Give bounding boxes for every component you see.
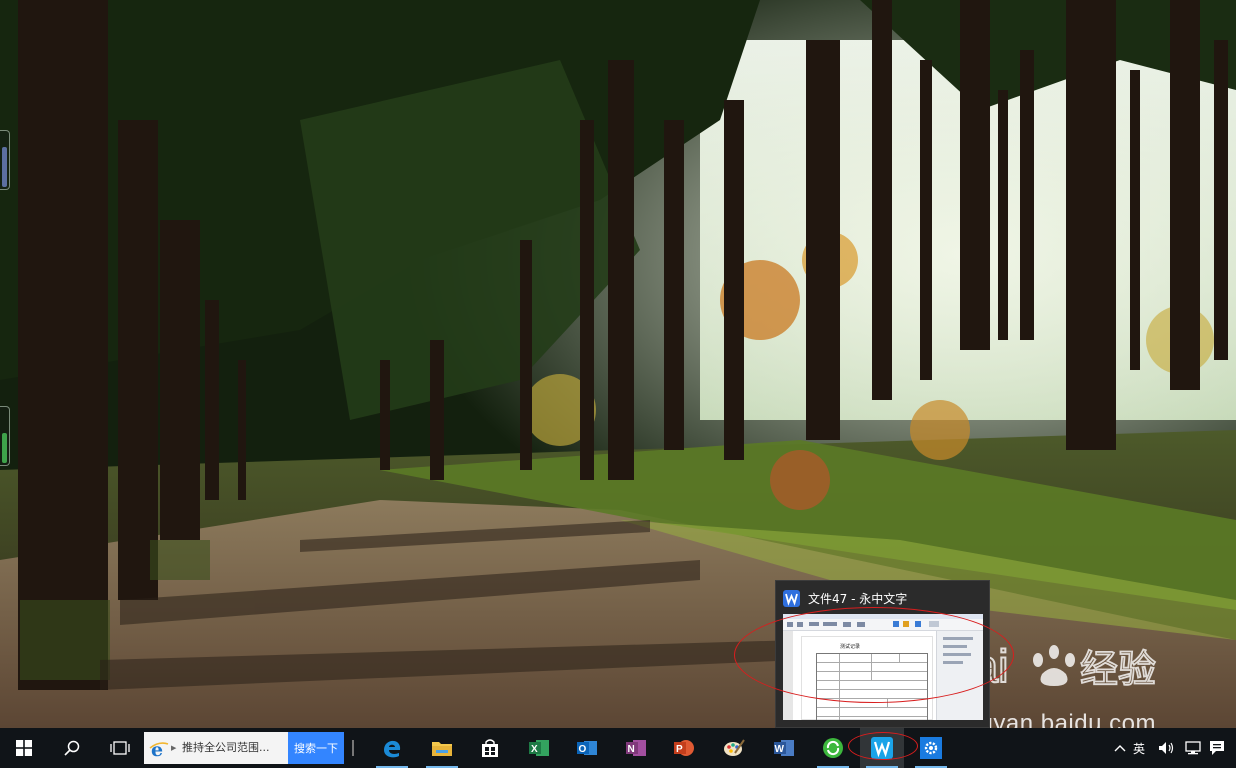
taskbar-app-paint[interactable] (712, 728, 756, 768)
settings-gear-icon (920, 737, 942, 759)
taskbar-app-explorer[interactable] (420, 728, 464, 768)
task-view-button[interactable] (98, 728, 142, 768)
svg-text:英: 英 (1133, 742, 1145, 756)
notification-icon (1210, 741, 1224, 755)
thumbnail-window-title: 文件47 - 永中文字 (808, 592, 908, 606)
powerpoint-icon: P (674, 740, 694, 756)
yozo-writer-icon (783, 590, 800, 607)
excel-icon: X (529, 740, 549, 756)
volume-button[interactable] (1156, 728, 1178, 768)
taskbar-app-excel[interactable]: X (517, 728, 561, 768)
green-circle-icon (823, 738, 843, 758)
chevron-up-icon (1114, 745, 1126, 752)
taskbar: e ▶ 搜索一下 X (0, 728, 1236, 768)
svg-text:经验: 经验 (1080, 647, 1156, 691)
taskbar-app-onenote[interactable]: N (614, 728, 658, 768)
taskbar-app-powerpoint[interactable]: P (662, 728, 706, 768)
search-icon (64, 740, 80, 756)
ime-indicator[interactable]: 英 (1132, 728, 1154, 768)
annotation-ellipse-taskbar (848, 732, 918, 760)
folder-icon (432, 742, 452, 756)
svg-text:P: P (676, 744, 683, 755)
widget-level-fill (2, 147, 7, 187)
dropdown-arrow-icon[interactable]: ▶ (171, 744, 176, 752)
search-button[interactable] (50, 728, 94, 768)
svg-text:N: N (628, 744, 635, 755)
edge-icon (384, 740, 401, 758)
taskbar-app-store[interactable] (468, 728, 512, 768)
left-edge-widget-top[interactable] (0, 130, 10, 190)
taskbar-app-word[interactable]: W (762, 728, 806, 768)
network-icon (1185, 741, 1201, 755)
word-icon: W (774, 740, 794, 756)
paint-icon (724, 739, 745, 756)
search-input[interactable] (182, 732, 284, 764)
widget-level-fill (2, 433, 7, 463)
svg-text:O: O (579, 744, 587, 755)
baidu-search-box[interactable]: e ▶ (144, 732, 288, 764)
volume-icon (1159, 742, 1174, 754)
action-center-button[interactable] (1206, 728, 1228, 768)
thumbnail-header: 文件47 - 永中文字 (783, 589, 981, 609)
left-edge-widget-bottom[interactable] (0, 406, 10, 466)
desktop-wallpaper (0, 0, 1236, 728)
start-button[interactable] (2, 728, 46, 768)
annotation-ellipse-popup (734, 607, 1014, 703)
task-view-icon (110, 741, 130, 755)
taskbar-app-outlook[interactable]: O (565, 728, 609, 768)
taskbar-app-edge[interactable] (370, 728, 414, 768)
svg-text:e: e (151, 739, 163, 759)
ime-icon: 英 (1133, 742, 1145, 756)
windows-logo-icon (16, 740, 32, 756)
svg-text:X: X (531, 744, 538, 755)
show-hidden-icons-button[interactable] (1110, 728, 1130, 768)
ie-icon: e (149, 739, 169, 759)
network-button[interactable] (1182, 728, 1204, 768)
svg-text:W: W (775, 744, 785, 755)
store-icon (482, 739, 498, 757)
search-submit-button[interactable]: 搜索一下 (288, 732, 344, 764)
onenote-icon: N (626, 740, 646, 756)
outlook-icon: O (577, 741, 597, 755)
toolbar-separator (352, 740, 354, 756)
